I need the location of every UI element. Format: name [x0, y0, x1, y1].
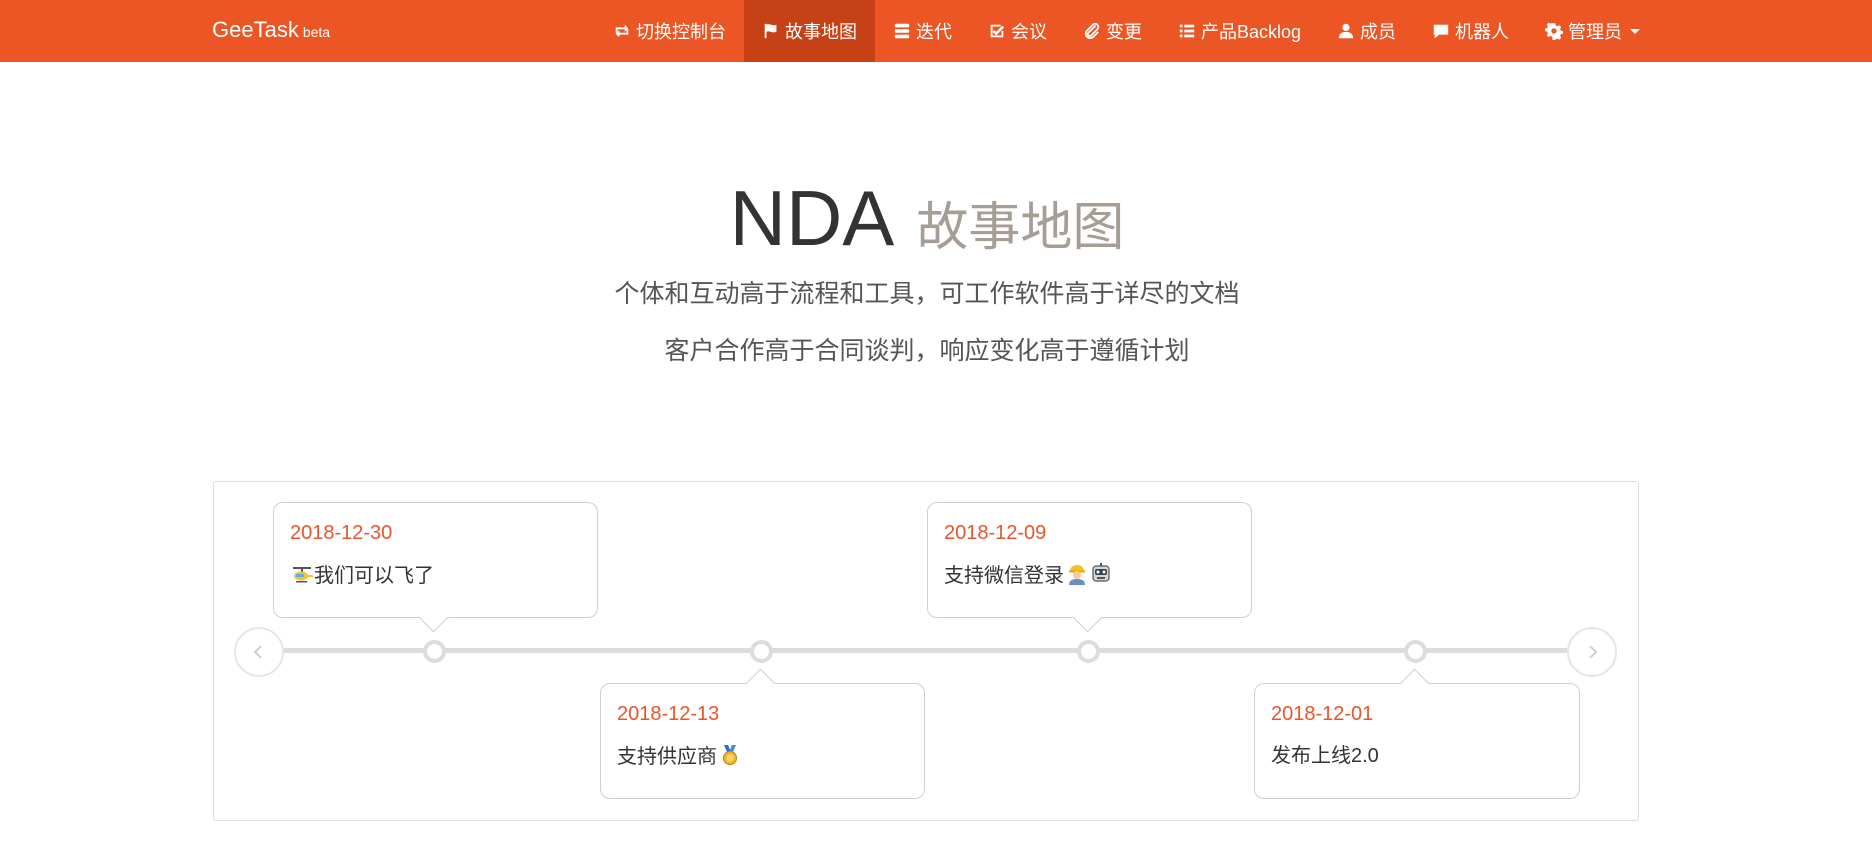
agile-motto-line-1: 个体和互动高于流程和工具，可工作软件高于详尽的文档 — [614, 280, 1240, 308]
timeline-node[interactable] — [750, 640, 773, 663]
check-square-icon — [990, 24, 1005, 38]
nav-label: 会议 — [1011, 22, 1047, 42]
user-icon — [1338, 23, 1354, 39]
event-text: 我们可以飞了 — [290, 563, 581, 591]
nav-label: 切换控制台 — [636, 22, 726, 42]
nav-item-members[interactable]: 成员 — [1319, 0, 1414, 62]
event-text-label: 支持供应商 — [617, 746, 717, 768]
medal-emoji — [719, 744, 741, 772]
nav-item-story-map[interactable]: 故事地图 — [744, 0, 875, 62]
event-text-label: 发布上线2.0 — [1271, 745, 1379, 767]
timeline-node[interactable] — [1404, 640, 1427, 663]
nav-label: 变更 — [1106, 22, 1142, 42]
nav-label: 迭代 — [916, 22, 952, 42]
brand-logo[interactable]: GeeTask beta — [212, 17, 330, 45]
timeline-next-button[interactable] — [1567, 627, 1617, 677]
worker-emoji — [1066, 563, 1088, 591]
timeline-node[interactable] — [423, 640, 446, 663]
nav-item-change[interactable]: 变更 — [1065, 0, 1160, 62]
nav-label: 故事地图 — [785, 22, 857, 42]
gear-icon — [1545, 22, 1564, 40]
nav-item-meeting[interactable]: 会议 — [970, 0, 1065, 62]
timeline-node[interactable] — [1077, 640, 1100, 663]
top-navbar: GeeTask beta 切换控制台 故事地图 迭代 会议 变更 产品Backlo… — [0, 0, 1872, 62]
flag-icon — [764, 23, 777, 39]
page-subtitle: 故事地图 — [916, 199, 1125, 257]
timeline-event-card[interactable]: 2018-12-30 我们可以飞了 — [273, 502, 598, 633]
retweet-icon — [615, 24, 629, 38]
timeline-event-card[interactable]: 2018-12-01 发布上线2.0 — [1254, 668, 1580, 799]
event-text: 支持微信登录 — [944, 563, 1235, 591]
event-text-label: 我们可以飞了 — [314, 565, 434, 587]
nav-item-switch-console[interactable]: 切换控制台 — [595, 0, 744, 62]
server-icon — [894, 23, 910, 39]
nav-item-sprint[interactable]: 迭代 — [875, 0, 970, 62]
event-date: 2018-12-30 — [290, 522, 393, 544]
brand-name: GeeTask — [212, 17, 299, 42]
timeline-prev-button[interactable] — [234, 627, 284, 677]
page-title: NDA 故事地图 — [0, 168, 1854, 268]
paperclip-icon — [1084, 22, 1100, 40]
robot-emoji — [1090, 563, 1112, 591]
timeline-event-card[interactable]: 2018-12-13 支持供应商 — [600, 668, 925, 799]
event-date: 2018-12-09 — [944, 522, 1047, 544]
nav-label: 机器人 — [1455, 22, 1510, 42]
nav-label: 成员 — [1360, 22, 1397, 42]
timeline-event-card[interactable]: 2018-12-09 支持微信登录 — [927, 502, 1252, 633]
nav-item-robot[interactable]: 机器人 — [1414, 0, 1527, 62]
event-text-label: 支持微信登录 — [944, 565, 1064, 587]
helicopter-emoji — [292, 563, 314, 591]
project-name: NDA — [729, 174, 895, 262]
comment-icon — [1433, 24, 1449, 39]
nav-label: 管理员 — [1568, 22, 1623, 42]
chevron-right-icon — [1589, 645, 1598, 659]
event-text: 发布上线2.0 — [1271, 744, 1563, 768]
nav-item-admin-dropdown[interactable]: 管理员 — [1527, 0, 1658, 62]
nav-label: 产品Backlog — [1201, 22, 1302, 42]
event-text: 支持供应商 — [617, 744, 908, 772]
timeline-track — [280, 648, 1580, 653]
event-date: 2018-12-01 — [1271, 703, 1374, 725]
event-date: 2018-12-13 — [617, 703, 720, 725]
nav-item-product-backlog[interactable]: 产品Backlog — [1160, 0, 1319, 62]
brand-beta-tag: beta — [302, 24, 331, 40]
agile-motto-line-2: 客户合作高于合同谈判，响应变化高于遵循计划 — [664, 337, 1190, 365]
list-icon — [1179, 24, 1195, 38]
caret-down-icon — [1630, 28, 1641, 34]
chevron-left-icon — [253, 645, 262, 659]
main-nav: 切换控制台 故事地图 迭代 会议 变更 产品Backlog 成员 机器人 管理员 — [595, 0, 1658, 62]
